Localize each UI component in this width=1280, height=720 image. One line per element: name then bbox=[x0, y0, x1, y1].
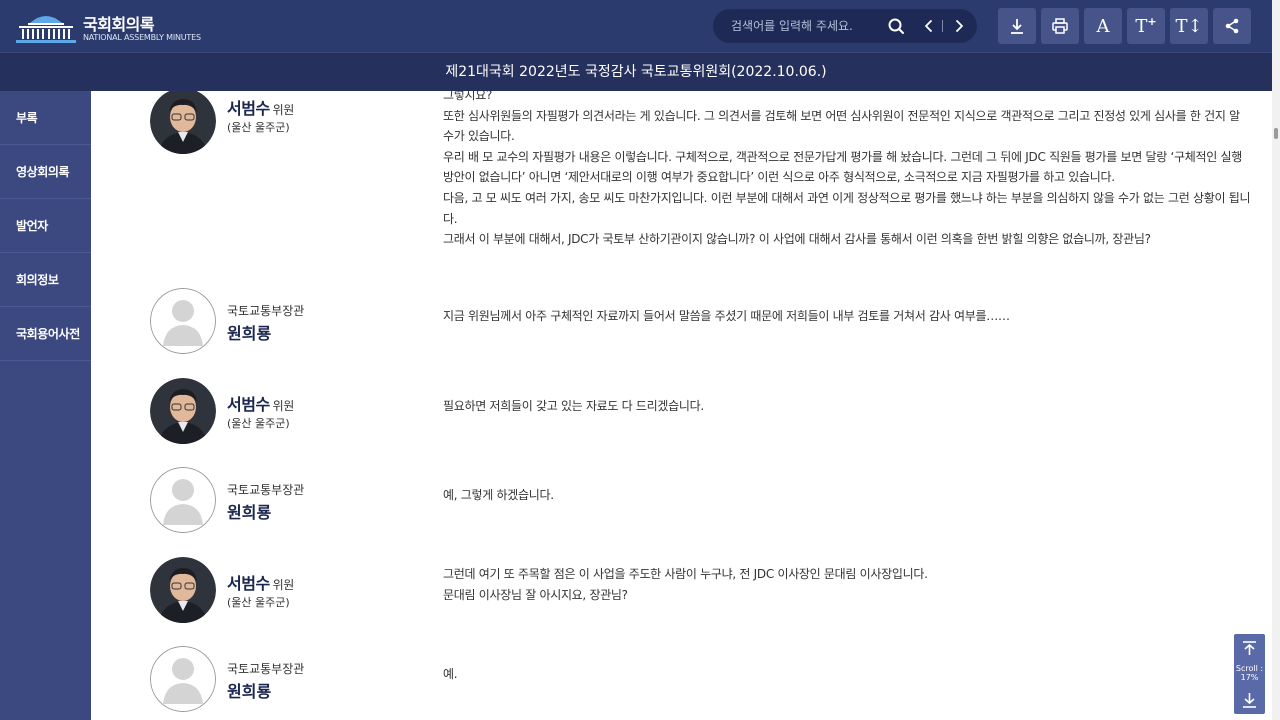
speech-text: 필요하면 저희들이 갖고 있는 자료도 다 드리겠습니다. bbox=[443, 396, 1251, 417]
speaker-title: 국토교통부장관 bbox=[227, 304, 305, 318]
page-scrollbar[interactable] bbox=[1272, 0, 1280, 720]
font-style-button[interactable]: A bbox=[1084, 8, 1122, 44]
chevron-right-icon[interactable] bbox=[950, 16, 968, 36]
speech-text: 그런데 여기 또 주목할 점은 이 사업을 주도한 사람이 누구냐, 전 JDC… bbox=[443, 564, 1251, 605]
speaker-role: 위원 bbox=[272, 399, 295, 413]
minutes-content: 서범수 위원 (울산 울주군) 그렇지요? 또한 심사위원들의 자필평가 의견서라… bbox=[91, 91, 1272, 720]
speaker-name[interactable]: 원희룡 bbox=[227, 499, 271, 523]
speech-line: 다음, 고 모 씨도 여러 가지, 송모 씨도 마찬가지입니다. 이런 부분에 … bbox=[443, 190, 1251, 226]
download-icon bbox=[1011, 19, 1023, 34]
speech-text: 지금 위원님께서 아주 구체적인 자료까지 들어서 말씀을 주셨기 때문에 저희… bbox=[443, 306, 1251, 327]
chevron-left-icon[interactable] bbox=[920, 16, 938, 36]
default-avatar-icon bbox=[150, 646, 216, 712]
speaker-district: (울산 울주군) bbox=[227, 121, 290, 134]
speech-line: 문대림 이사장님 잘 아시지요, 장관님? bbox=[443, 587, 628, 602]
share-button[interactable] bbox=[1213, 8, 1251, 44]
speech-line: 우리 배 모 교수의 자필평가 내용은 이렇습니다. 구체적으로, 객관적으로 … bbox=[443, 149, 1243, 185]
person-photo-icon bbox=[150, 378, 216, 444]
logo-title: 국회회의록 bbox=[83, 15, 155, 34]
speech-line: 또한 심사위원들의 자필평가 의견서라는 게 있습니다. 그 의견서를 검토해 … bbox=[443, 108, 1240, 144]
font-size-adjust-icon: T↕ bbox=[1175, 15, 1203, 37]
speech-line: 예. bbox=[443, 667, 458, 681]
scroll-to-bottom-button[interactable] bbox=[1234, 688, 1265, 714]
download-button[interactable] bbox=[998, 8, 1036, 44]
speaker-photo[interactable] bbox=[150, 378, 216, 444]
speaker-photo[interactable] bbox=[150, 288, 216, 354]
font-size-increase-icon: T+ bbox=[1135, 15, 1157, 37]
speaker-name[interactable]: 서범수 위원 bbox=[227, 95, 294, 119]
speaker-photo[interactable] bbox=[150, 91, 216, 154]
speaker-name[interactable]: 서범수 위원 bbox=[227, 391, 294, 415]
search-icon[interactable] bbox=[886, 16, 906, 36]
speech-line: 그래서 이 부분에 대해서, JDC가 국토부 산하기관이지 않습니까? 이 사… bbox=[443, 232, 1151, 247]
person-photo-icon bbox=[150, 557, 216, 623]
scroll-percent-label: Scroll : 17% bbox=[1234, 664, 1265, 682]
national-assembly-icon bbox=[16, 16, 76, 43]
meeting-title: 제21대국회 2022년도 국정감사 국토교통위원회(2022.10.06.) bbox=[0, 52, 1272, 91]
speaker-title: 국토교통부장관 bbox=[227, 662, 305, 676]
speaker-district: (울산 울주군) bbox=[227, 596, 290, 609]
sidebar-item-glossary[interactable]: 국회용어사전 bbox=[0, 307, 91, 361]
font-size-increase-button[interactable]: T+ bbox=[1127, 8, 1165, 44]
scroll-label-text: Scroll : bbox=[1235, 664, 1264, 673]
speaker-photo[interactable] bbox=[150, 557, 216, 623]
speech-text: 예. bbox=[443, 664, 1251, 685]
speaker-role: 위원 bbox=[272, 103, 295, 117]
speaker-name-text: 서범수 bbox=[227, 395, 270, 414]
sidebar-item-appendix[interactable]: 부록 bbox=[0, 91, 91, 145]
speaker-name-text: 서범수 bbox=[227, 99, 270, 118]
sidebar: 부록 영상회의록 발언자 회의정보 국회용어사전 bbox=[0, 91, 91, 720]
speech-line: 그렇지요? bbox=[443, 91, 493, 102]
scroll-percent-value: 17% bbox=[1240, 673, 1259, 682]
sidebar-item-speakers[interactable]: 발언자 bbox=[0, 199, 91, 253]
share-icon bbox=[1225, 18, 1239, 34]
top-header: 국회회의록 NATIONAL ASSEMBLY MINUTES A bbox=[0, 0, 1272, 52]
arrow-down-to-bottom-icon bbox=[1243, 693, 1256, 708]
site-logo[interactable]: 국회회의록 NATIONAL ASSEMBLY MINUTES bbox=[16, 9, 216, 45]
speech-line: 지금 위원님께서 아주 구체적인 자료까지 들어서 말씀을 주셨기 때문에 저희… bbox=[443, 309, 1010, 323]
search-bar bbox=[713, 9, 977, 43]
speech-line: 예, 그렇게 하겠습니다. bbox=[443, 488, 554, 502]
speaker-name-text: 서범수 bbox=[227, 574, 270, 593]
scroll-widget: Scroll : 17% bbox=[1234, 634, 1265, 714]
font-style-icon: A bbox=[1096, 15, 1110, 37]
speaker-district: (울산 울주군) bbox=[227, 417, 290, 430]
person-photo-icon bbox=[150, 91, 216, 154]
logo-subtitle: NATIONAL ASSEMBLY MINUTES bbox=[83, 33, 201, 42]
speaker-role: 위원 bbox=[272, 578, 295, 592]
print-icon bbox=[1052, 18, 1068, 34]
search-input[interactable] bbox=[731, 9, 881, 43]
font-size-adjust-button[interactable]: T↕ bbox=[1170, 8, 1208, 44]
scroll-to-top-button[interactable] bbox=[1234, 634, 1265, 660]
speaker-name[interactable]: 원희룡 bbox=[227, 320, 271, 344]
print-button[interactable] bbox=[1041, 8, 1079, 44]
sidebar-item-video-minutes[interactable]: 영상회의록 bbox=[0, 145, 91, 199]
speech-text: 예, 그렇게 하겠습니다. bbox=[443, 485, 1251, 506]
speech-line: 필요하면 저희들이 갖고 있는 자료도 다 드리겠습니다. bbox=[443, 399, 704, 413]
default-avatar-icon bbox=[150, 288, 216, 354]
speech-text: 그렇지요? 또한 심사위원들의 자필평가 의견서라는 게 있습니다. 그 의견서… bbox=[443, 91, 1251, 250]
scrollbar-thumb[interactable] bbox=[1274, 128, 1278, 139]
speaker-title: 국토교통부장관 bbox=[227, 483, 305, 497]
speaker-photo[interactable] bbox=[150, 646, 216, 712]
speech-line: 그런데 여기 또 주목할 점은 이 사업을 주도한 사람이 누구냐, 전 JDC… bbox=[443, 567, 928, 581]
speaker-name[interactable]: 서범수 위원 bbox=[227, 570, 294, 594]
sidebar-item-meeting-info[interactable]: 회의정보 bbox=[0, 253, 91, 307]
speaker-name[interactable]: 원희룡 bbox=[227, 678, 271, 702]
arrow-up-to-top-icon bbox=[1243, 641, 1256, 655]
default-avatar-icon bbox=[150, 467, 216, 533]
speaker-photo[interactable] bbox=[150, 467, 216, 533]
search-nav-separator bbox=[942, 20, 943, 32]
